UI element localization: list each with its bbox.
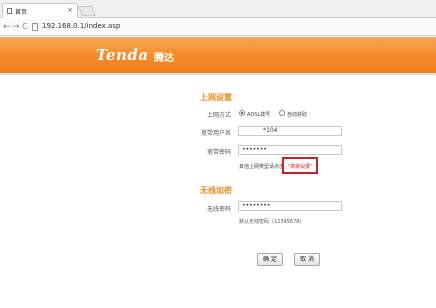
wireless-security-title: 无线加密 [200,186,232,195]
connection-mode-label: 上网方式 [206,112,231,119]
ok-button[interactable]: 确 定 [257,253,283,266]
tenda-logo-cn: 腾达 [154,53,174,64]
header-divider [0,73,436,75]
internet-settings-title: 上网设置 [200,93,232,102]
adsl-radio-label: ADSL拨号 [247,112,271,118]
auto-radio-label: 自动获取 [287,112,308,118]
username-label: 宽带用户名 [200,130,231,137]
auto-radio[interactable] [279,110,285,116]
url-text: 192.168.0.1/index.asp [42,22,121,30]
address-bar: ← → C 192.168.0.1/index.asp [0,19,436,36]
browser-tabbar: 首页 × [0,0,436,18]
new-tab-button[interactable] [78,6,96,16]
adsl-radio[interactable] [239,110,245,116]
router-header: Tenda 腾达 [0,37,436,73]
advanced-settings-link[interactable]: "高级设置" [282,157,318,174]
close-icon[interactable]: × [67,6,73,14]
forward-icon[interactable]: → [12,22,20,32]
wifi-password-input[interactable]: •••••••• [238,201,342,211]
other-type-hint: 其他上网类型请点击 [239,164,285,170]
page-icon [32,23,38,31]
password-label: 宽带密码 [206,149,231,156]
tenda-logo: Tenda [96,46,149,64]
url-field[interactable]: 192.168.0.1/index.asp [32,22,432,33]
back-icon[interactable]: ← [3,22,11,32]
reload-icon[interactable]: C [22,22,28,32]
username-input[interactable]: *104 [238,126,342,136]
password-input[interactable]: ••••••• [238,145,342,155]
wifi-password-label: 无线密码 [206,206,231,213]
page-icon [7,8,12,14]
advanced-settings-label: "高级设置" [288,164,313,170]
tab-home[interactable]: 首页 × [2,3,78,18]
tab-title: 首页 [15,9,28,16]
cancel-button[interactable]: 取 消 [294,253,320,266]
default-wifi-password-note: 默认无线密码（12345678） [239,219,305,225]
